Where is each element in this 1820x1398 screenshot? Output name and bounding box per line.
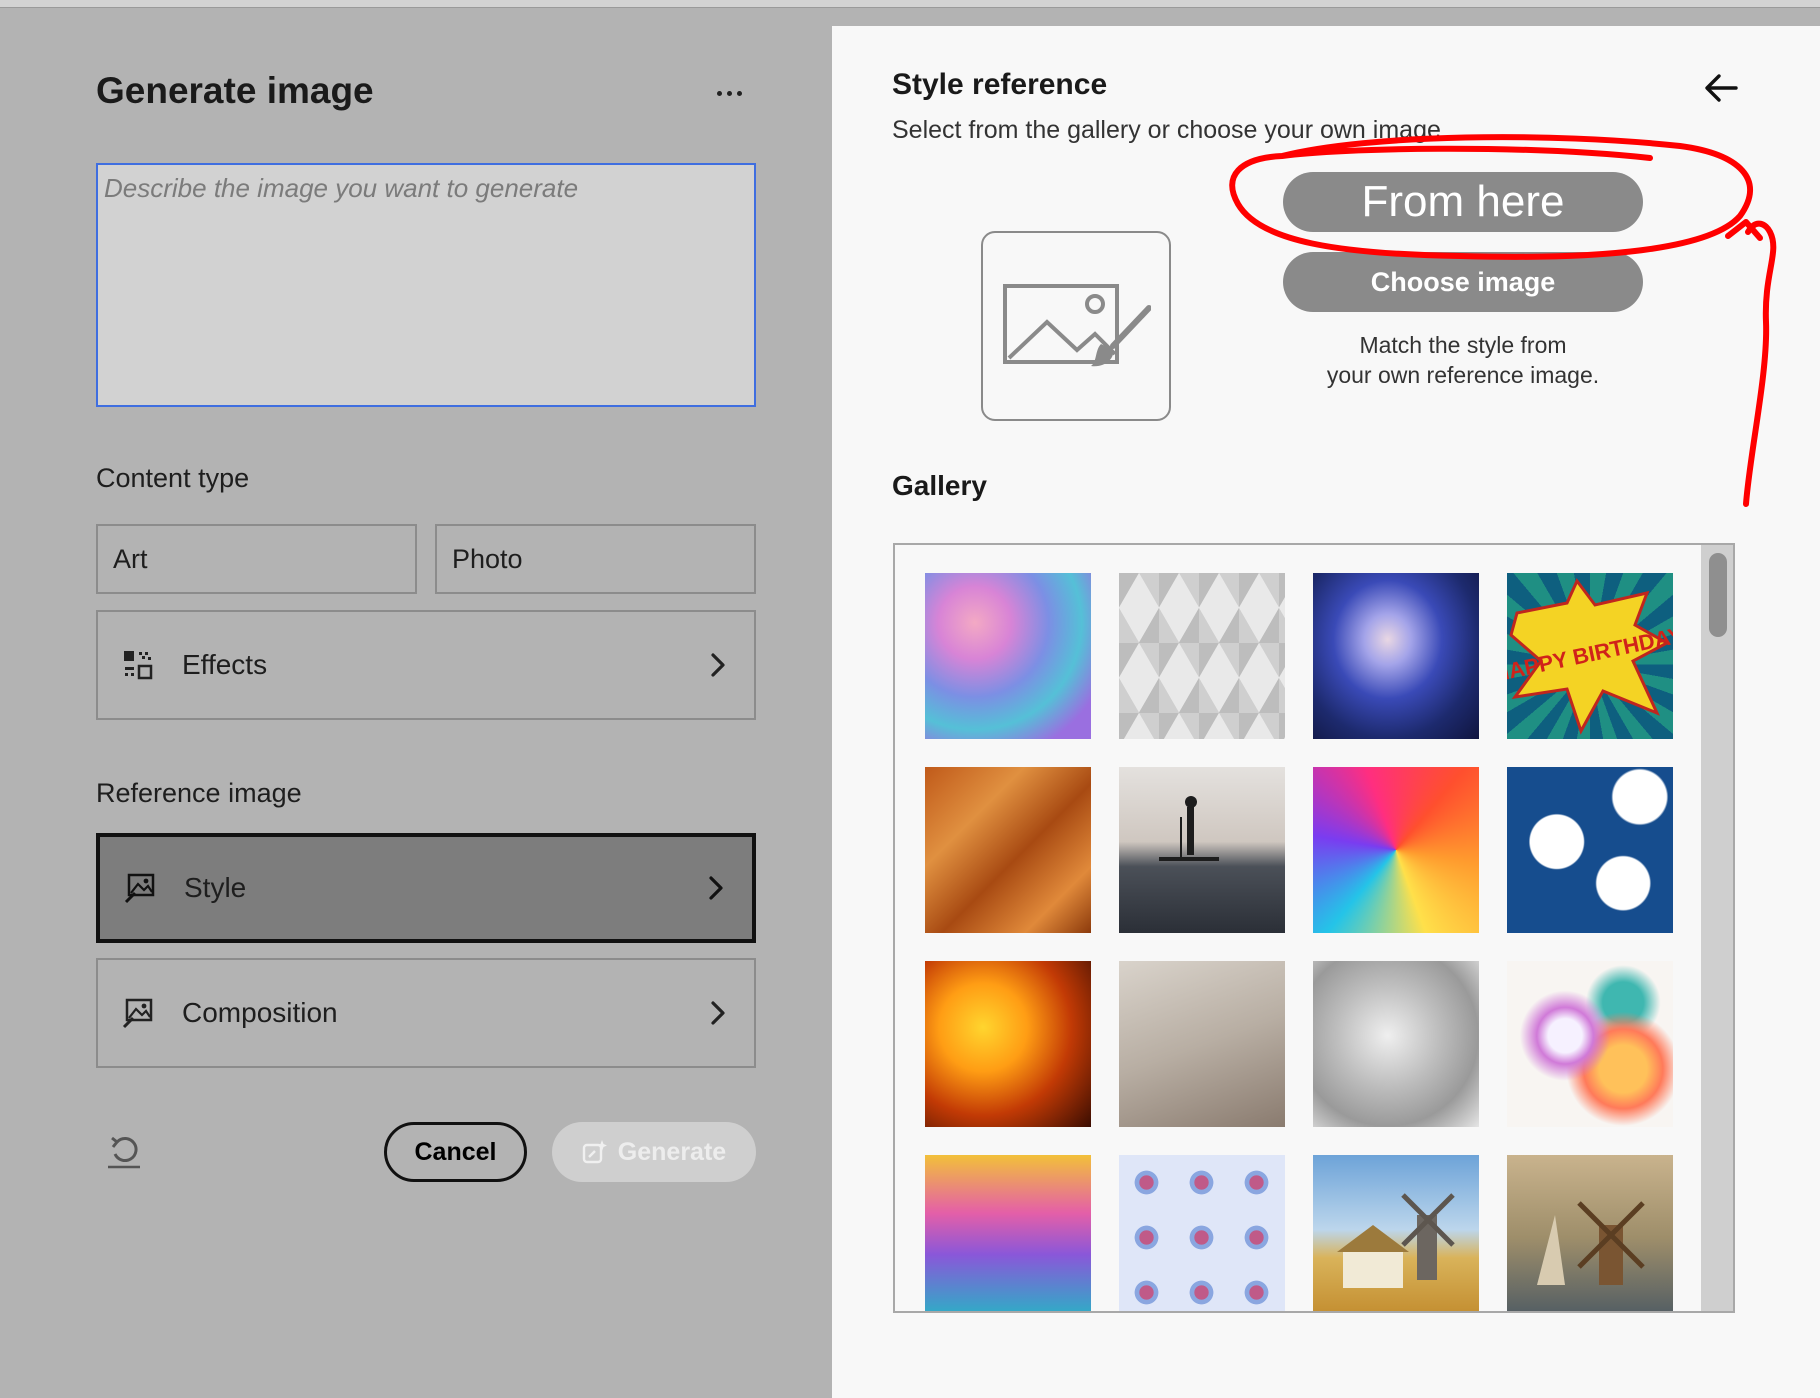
style-reference-row[interactable]: Style bbox=[96, 833, 756, 943]
gallery-heading: Gallery bbox=[892, 470, 987, 501]
chevron-right-icon bbox=[711, 1001, 725, 1025]
generate-label: Generate bbox=[617, 1137, 727, 1166]
gallery-scrollbar-thumb[interactable] bbox=[1709, 553, 1727, 637]
effects-row[interactable]: Effects bbox=[96, 610, 756, 720]
hint-line-1: Match the style from bbox=[1359, 332, 1567, 358]
gallery-scroll-area[interactable]: HAPPY BIRTHDAY! bbox=[893, 543, 1735, 1313]
gallery-thumb-sketched-robot-face[interactable] bbox=[1313, 961, 1479, 1127]
window-top-border bbox=[0, 0, 1820, 8]
gallery-thumb-glowing-portrait[interactable] bbox=[1313, 573, 1479, 739]
composition-label: Composition bbox=[182, 997, 338, 1028]
gallery-grid: HAPPY BIRTHDAY! bbox=[925, 573, 1692, 1311]
image-composition-icon bbox=[122, 998, 153, 1029]
chevron-right-icon bbox=[709, 876, 723, 900]
reference-image-placeholder[interactable] bbox=[981, 231, 1171, 421]
panel-title: Style reference bbox=[892, 68, 1108, 101]
image-style-icon bbox=[124, 873, 155, 904]
chevron-right-icon bbox=[711, 653, 725, 677]
gallery-thumb-colorful-swirl[interactable] bbox=[1313, 767, 1479, 933]
from-here-button[interactable]: From here bbox=[1283, 172, 1643, 232]
effects-label: Effects bbox=[182, 649, 268, 680]
style-label: Style bbox=[184, 872, 247, 903]
composition-reference-row[interactable]: Composition bbox=[96, 958, 756, 1068]
gallery-thumb-paddleboard-sunset[interactable] bbox=[1119, 767, 1285, 933]
content-type-art-button[interactable]: Art bbox=[96, 524, 417, 594]
gallery-scrollbar[interactable] bbox=[1701, 545, 1733, 1311]
gallery-thumb-orange-anemone[interactable] bbox=[925, 961, 1091, 1127]
arrow-left-icon[interactable] bbox=[1702, 70, 1740, 106]
choose-image-button[interactable]: Choose image bbox=[1283, 252, 1643, 312]
hint-line-2: your own reference image. bbox=[1326, 362, 1600, 388]
prompt-input[interactable] bbox=[96, 163, 756, 407]
reset-icon[interactable] bbox=[104, 1130, 144, 1170]
gallery-thumb-watercolor-daisies[interactable] bbox=[1507, 961, 1673, 1127]
generate-sparkle-icon bbox=[582, 1140, 607, 1164]
gallery-thumb-pastel-coral[interactable] bbox=[925, 573, 1091, 739]
effects-grid-icon bbox=[124, 651, 153, 680]
content-type-heading: Content type bbox=[96, 463, 250, 493]
panel-subtitle: Select from the gallery or choose your o… bbox=[892, 116, 1441, 144]
gallery-thumb-windmill-harbor[interactable] bbox=[1507, 1155, 1673, 1311]
gallery-thumb-orange-diamonds[interactable] bbox=[925, 767, 1091, 933]
gallery-thumb-pink-radios-pattern[interactable] bbox=[1119, 1155, 1285, 1311]
gallery-thumb-beige-folds[interactable] bbox=[1119, 961, 1285, 1127]
gallery-thumb-white-triangles[interactable] bbox=[1119, 573, 1285, 739]
choose-image-hint: Match the style from your own reference … bbox=[1283, 330, 1643, 390]
gallery-thumb-clouds-on-blue[interactable] bbox=[1507, 767, 1673, 933]
content-type-photo-button[interactable]: Photo bbox=[435, 524, 756, 594]
image-brush-icon bbox=[1003, 284, 1151, 367]
gallery-thumb-iridescent-bubbles[interactable] bbox=[925, 1155, 1091, 1311]
generate-button[interactable]: Generate bbox=[552, 1122, 756, 1182]
cancel-button[interactable]: Cancel bbox=[384, 1122, 527, 1182]
gallery-thumb-windmill-painting[interactable] bbox=[1313, 1155, 1479, 1311]
reference-image-heading: Reference image bbox=[96, 778, 302, 808]
gallery-thumb-happy-birthday-comic[interactable]: HAPPY BIRTHDAY! bbox=[1491, 573, 1692, 739]
more-options-icon[interactable] bbox=[708, 78, 750, 108]
page-title: Generate image bbox=[96, 70, 374, 111]
